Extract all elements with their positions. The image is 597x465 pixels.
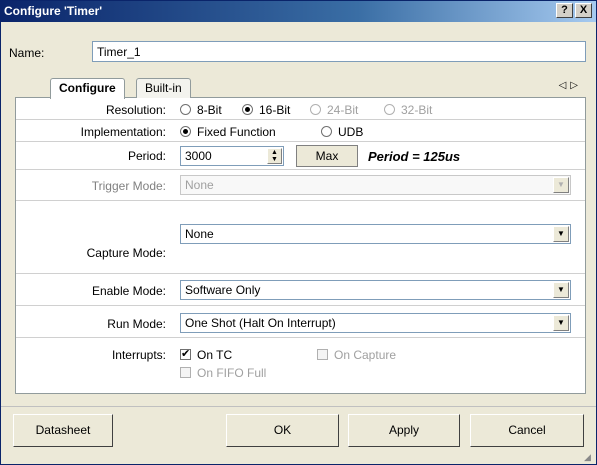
run-mode-dropdown[interactable]: One Shot (Halt On Interrupt) ▼ bbox=[180, 313, 571, 333]
implementation-label: Implementation: bbox=[80, 125, 166, 139]
spin-down-icon[interactable]: ▼ bbox=[268, 156, 281, 163]
chevron-down-icon[interactable]: ▼ bbox=[553, 226, 569, 242]
interrupt-on-tc[interactable]: On TC bbox=[180, 347, 233, 362]
checkbox-icon bbox=[180, 367, 191, 378]
period-computed: Period = 125us bbox=[368, 149, 461, 164]
radio-icon bbox=[310, 104, 321, 115]
tab-scroll-left-icon[interactable]: ◁ bbox=[559, 80, 571, 91]
apply-button[interactable]: Apply bbox=[348, 414, 460, 447]
radio-selected-icon bbox=[242, 104, 253, 115]
option-label: 24-Bit bbox=[327, 103, 359, 117]
option-label: On TC bbox=[197, 348, 233, 362]
tab-scroll-arrows[interactable]: ◁▷ bbox=[559, 80, 582, 91]
resolution-16bit[interactable]: 16-Bit bbox=[242, 103, 290, 117]
trigger-mode-value: None bbox=[185, 178, 214, 192]
option-label: 8-Bit bbox=[197, 103, 222, 117]
resolution-label: Resolution: bbox=[105, 103, 166, 117]
option-label: Fixed Function bbox=[197, 125, 276, 139]
implementation-fixed-function[interactable]: Fixed Function bbox=[180, 125, 276, 139]
trigger-mode-label: Trigger Mode: bbox=[91, 179, 166, 193]
period-spinbox[interactable]: 3000 ▲ ▼ bbox=[180, 146, 284, 166]
max-button[interactable]: Max bbox=[296, 145, 358, 167]
tab-strip: Configure Built-in ◁▷ bbox=[15, 78, 586, 99]
chevron-down-icon: ▼ bbox=[553, 177, 569, 193]
tab-scroll-right-icon[interactable]: ▷ bbox=[570, 80, 582, 91]
interrupts-label: Interrupts: bbox=[111, 348, 166, 362]
datasheet-button[interactable]: Datasheet bbox=[13, 414, 113, 447]
trigger-mode-row: Trigger Mode: None ▼ bbox=[16, 170, 585, 201]
capture-mode-row: Capture Mode: None ▼ bbox=[16, 201, 585, 274]
radio-icon bbox=[384, 104, 395, 115]
run-mode-label: Run Mode: bbox=[107, 317, 166, 331]
resolution-32bit: 32-Bit bbox=[384, 103, 432, 117]
name-label: Name: bbox=[9, 46, 45, 60]
implementation-udb[interactable]: UDB bbox=[321, 125, 363, 139]
tab-built-in[interactable]: Built-in bbox=[136, 78, 191, 98]
help-button[interactable]: ? bbox=[556, 3, 573, 18]
radio-icon bbox=[180, 104, 191, 115]
name-input[interactable] bbox=[92, 41, 586, 62]
capture-mode-label: Capture Mode: bbox=[86, 246, 166, 260]
radio-icon bbox=[321, 126, 332, 137]
implementation-row: Implementation: Fixed Function UDB bbox=[16, 120, 585, 142]
option-label: UDB bbox=[338, 125, 364, 139]
resolution-8bit[interactable]: 8-Bit bbox=[180, 103, 222, 117]
enable-mode-value: Software Only bbox=[185, 283, 261, 297]
checkbox-icon bbox=[317, 349, 328, 360]
chevron-down-icon[interactable]: ▼ bbox=[553, 282, 569, 298]
radio-selected-icon bbox=[180, 126, 191, 137]
spin-up-icon[interactable]: ▲ bbox=[268, 149, 281, 156]
option-label: 16-Bit bbox=[259, 103, 291, 117]
period-label: Period: bbox=[127, 149, 166, 163]
option-label: 32-Bit bbox=[401, 103, 433, 117]
run-mode-row: Run Mode: One Shot (Halt On Interrupt) ▼ bbox=[16, 306, 585, 338]
resize-grip-icon[interactable]: ◢ bbox=[584, 452, 594, 462]
ok-button[interactable]: OK bbox=[226, 414, 339, 447]
capture-mode-value: None bbox=[185, 227, 214, 241]
enable-mode-label: Enable Mode: bbox=[91, 284, 166, 298]
enable-mode-row: Enable Mode: Software Only ▼ bbox=[16, 274, 585, 306]
cancel-button[interactable]: Cancel bbox=[470, 414, 584, 447]
chevron-down-icon[interactable]: ▼ bbox=[553, 315, 569, 331]
spin-buttons[interactable]: ▲ ▼ bbox=[267, 148, 282, 164]
interrupt-on-fifo-full: On FIFO Full bbox=[180, 366, 266, 380]
option-label: On FIFO Full bbox=[197, 366, 267, 380]
interrupts-row: Interrupts: On TC On Capture On FIFO Ful… bbox=[16, 338, 585, 393]
tab-configure[interactable]: Configure bbox=[50, 78, 125, 99]
configure-dialog: Configure 'Timer' ? X Name: Configure Bu… bbox=[0, 0, 597, 465]
option-label: On Capture bbox=[334, 348, 397, 362]
interrupt-on-capture: On Capture bbox=[317, 348, 396, 362]
resolution-24bit: 24-Bit bbox=[310, 103, 358, 117]
close-button[interactable]: X bbox=[575, 3, 592, 18]
title-bar: Configure 'Timer' ? X bbox=[1, 1, 596, 22]
window-title: Configure 'Timer' bbox=[4, 4, 103, 18]
trigger-mode-dropdown: None ▼ bbox=[180, 175, 571, 195]
checkbox-checked-icon bbox=[180, 347, 191, 360]
capture-mode-dropdown[interactable]: None ▼ bbox=[180, 224, 571, 244]
properties-grid: Resolution: 8-Bit 16-Bit 24-Bit 32-Bit I… bbox=[15, 98, 586, 394]
period-value: 3000 bbox=[185, 149, 212, 163]
run-mode-value: One Shot (Halt On Interrupt) bbox=[185, 316, 336, 330]
enable-mode-dropdown[interactable]: Software Only ▼ bbox=[180, 280, 571, 300]
button-bar-divider bbox=[1, 406, 596, 407]
period-row: Period: 3000 ▲ ▼ Max Period = 125us bbox=[16, 142, 585, 170]
resolution-row: Resolution: 8-Bit 16-Bit 24-Bit 32-Bit bbox=[16, 98, 585, 120]
